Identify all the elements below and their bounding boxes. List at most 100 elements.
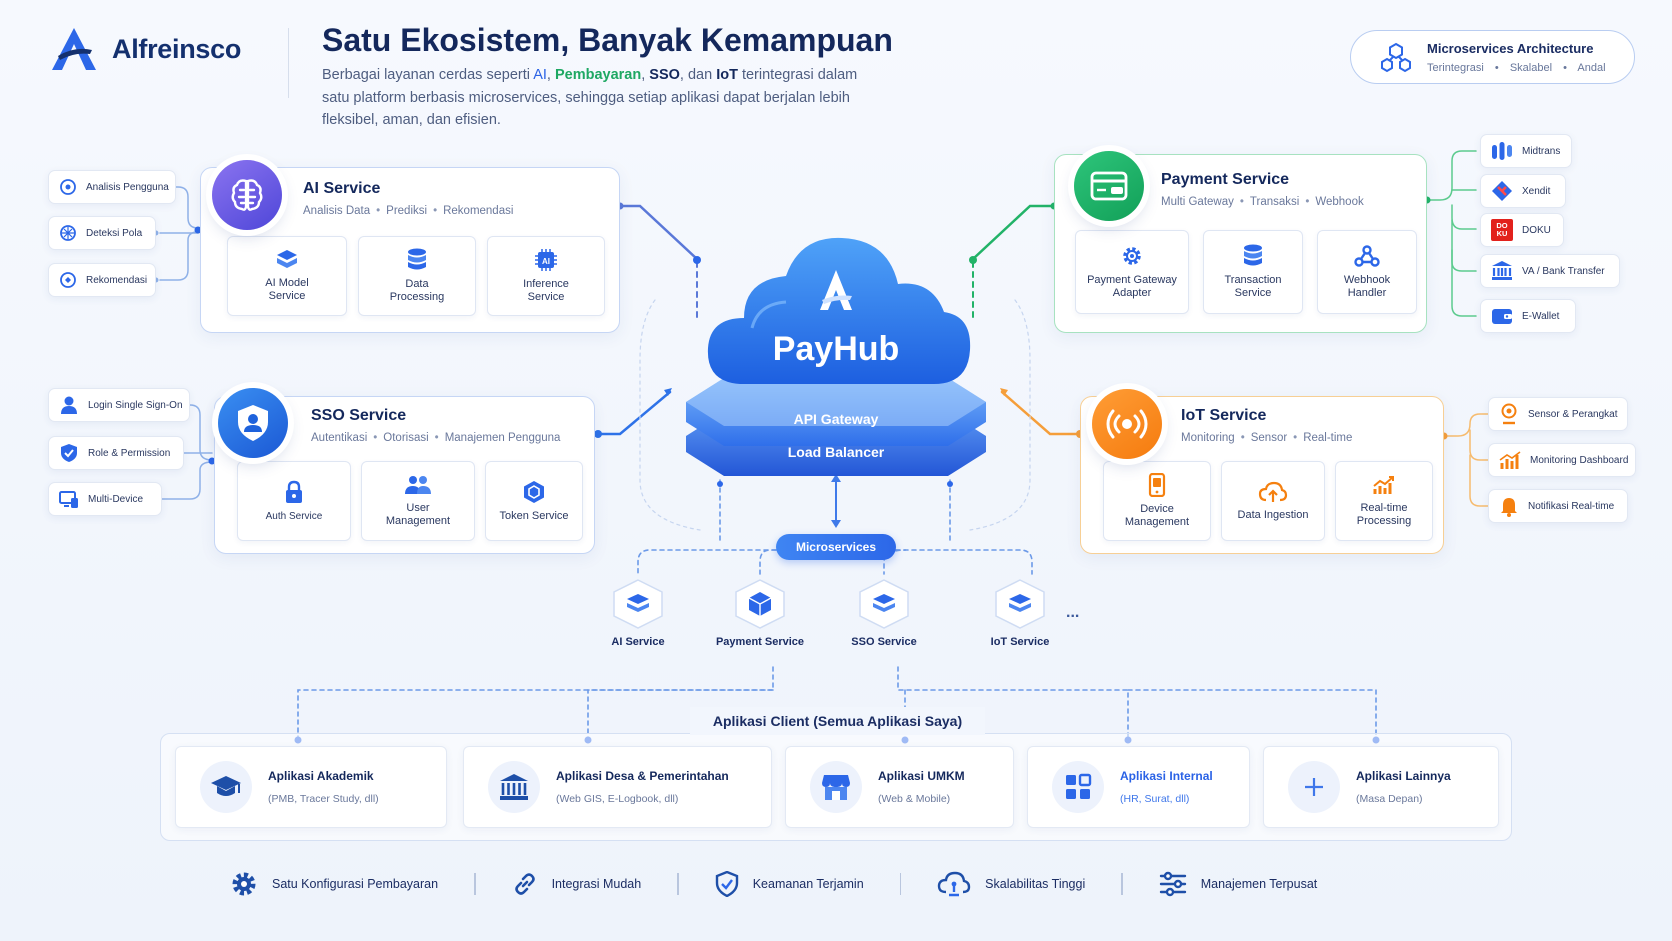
chip-label: Login Single Sign-On bbox=[88, 399, 183, 411]
plus-icon bbox=[1288, 761, 1340, 813]
subtitle-text: , bbox=[546, 67, 555, 83]
more-services-ellipsis: ... bbox=[1066, 604, 1080, 621]
chip-doku[interactable]: DO KU DOKU bbox=[1480, 213, 1564, 247]
data-processing-box[interactable]: Data Processing bbox=[358, 236, 476, 316]
chip-login-sso[interactable]: Login Single Sign-On bbox=[48, 388, 190, 422]
device-management-box[interactable]: Device Management bbox=[1103, 461, 1211, 541]
app-grid-icon bbox=[1052, 761, 1104, 813]
iot-signal-icon bbox=[1092, 389, 1162, 459]
microservices-pill[interactable]: Microservices bbox=[776, 534, 896, 560]
ms-node-iot-service[interactable]: IoT Service bbox=[970, 578, 1070, 648]
chip-role-permission[interactable]: Role & Permission bbox=[48, 436, 184, 470]
chip-label: E-Wallet bbox=[1522, 310, 1560, 322]
chip-e-wallet[interactable]: E-Wallet bbox=[1480, 299, 1576, 333]
network-nodes-icon bbox=[1381, 42, 1411, 73]
chip-label: Deteksi Pola bbox=[86, 227, 143, 239]
lock-icon bbox=[286, 480, 302, 503]
ms-node-payment-service[interactable]: Payment Service bbox=[710, 578, 810, 648]
app-desc: (HR, Surat, dll) bbox=[1120, 793, 1190, 805]
chip-xendit[interactable]: Xendit bbox=[1480, 174, 1566, 208]
chip-label: DOKU bbox=[1522, 224, 1551, 236]
architecture-title: Microservices Architecture bbox=[1427, 40, 1594, 56]
sub-label: Webhook Handler bbox=[1343, 274, 1391, 299]
cloud-network-icon bbox=[937, 871, 971, 897]
sub-label: Transaction Service bbox=[1224, 274, 1282, 299]
app-name: Aplikasi Lainnya bbox=[1356, 769, 1451, 783]
chip-rekomendasi[interactable]: Rekomendasi bbox=[48, 263, 156, 297]
devices-icon bbox=[59, 491, 78, 508]
xendit-logo-icon bbox=[1492, 181, 1512, 201]
chip-midtrans[interactable]: Midtrans bbox=[1480, 134, 1572, 168]
users-icon bbox=[405, 476, 431, 494]
ai-service-title: AI Service bbox=[303, 180, 381, 197]
app-card-akademik[interactable]: Aplikasi Akademik (PMB, Tracer Study, dll… bbox=[175, 746, 447, 828]
chip-analisis-pengguna[interactable]: Analisis Pengguna bbox=[48, 170, 176, 204]
tag-andal: Andal bbox=[1577, 61, 1606, 74]
chip-multi-device[interactable]: Multi-Device bbox=[48, 482, 162, 516]
brand-logo: Alfreinsco bbox=[48, 26, 241, 72]
feature-divider bbox=[1121, 873, 1123, 895]
app-desc: (Web GIS, E-Logbook, dll) bbox=[556, 793, 679, 805]
client-apps-title: Aplikasi Client (Semua Aplikasi Saya) bbox=[690, 707, 985, 735]
transaction-service-box[interactable]: Transaction Service bbox=[1203, 230, 1303, 314]
iot-service-meta: Monitoring • Sensor • Real-time bbox=[1181, 432, 1353, 444]
payhub-gateway[interactable]: PayHub API Gateway Load Balancer bbox=[682, 232, 990, 500]
auth-service-box[interactable]: Auth Service bbox=[237, 461, 351, 541]
tag-skalabel: Skalabel bbox=[1509, 61, 1553, 74]
token-service-box[interactable]: Token Service bbox=[485, 461, 583, 541]
app-name: Aplikasi Akademik bbox=[268, 769, 374, 783]
chip-va-bank-transfer[interactable]: VA / Bank Transfer bbox=[1480, 254, 1620, 288]
gear-icon bbox=[232, 872, 256, 896]
ms-node-ai-service[interactable]: AI Service bbox=[588, 578, 688, 648]
ms-node-sso-service[interactable]: SSO Service bbox=[834, 578, 934, 648]
subtitle-iot: IoT bbox=[716, 67, 738, 83]
webhook-handler-box[interactable]: Webhook Handler bbox=[1317, 230, 1417, 314]
subtitle-payment: Pembayaran bbox=[554, 67, 642, 83]
sensor-icon bbox=[1501, 403, 1517, 425]
hexagon-layers-icon bbox=[859, 579, 909, 629]
hexagon-cube-icon bbox=[735, 579, 785, 629]
data-ingestion-box[interactable]: Data Ingestion bbox=[1221, 461, 1325, 541]
shield-check-icon bbox=[715, 871, 738, 897]
chip-monitoring-dashboard[interactable]: Monitoring Dashboard bbox=[1488, 443, 1636, 477]
app-desc: (Masa Depan) bbox=[1356, 793, 1423, 805]
iot-service-title: IoT Service bbox=[1181, 407, 1267, 424]
chip-notifikasi-realtime[interactable]: Notifikasi Real-time bbox=[1488, 489, 1628, 523]
hex-label: AI Service bbox=[611, 636, 665, 648]
sub-label: AI Model Service bbox=[265, 277, 309, 302]
chip-label: VA / Bank Transfer bbox=[1522, 265, 1605, 277]
tag-separator: • bbox=[1563, 61, 1567, 74]
feature-label: Manajemen Terpusat bbox=[1200, 877, 1318, 891]
hex-label: IoT Service bbox=[990, 636, 1050, 648]
database-icon bbox=[408, 248, 426, 270]
realtime-processing-box[interactable]: Real-time Processing bbox=[1335, 461, 1433, 541]
inference-service-box[interactable]: AI Inference Service bbox=[487, 236, 605, 316]
feature-label: Skalabilitas Tinggi bbox=[985, 877, 1086, 891]
recommendation-icon bbox=[60, 272, 76, 288]
hex-label: Payment Service bbox=[715, 636, 805, 648]
chip-label: Monitoring Dashboard bbox=[1530, 454, 1629, 466]
chip-deteksi-pola[interactable]: Deteksi Pola bbox=[48, 216, 156, 250]
feature-divider bbox=[899, 873, 902, 895]
app-card-desa-pemerintahan[interactable]: Aplikasi Desa & Pemerintahan (Web GIS, E-… bbox=[463, 746, 772, 828]
database-icon bbox=[1244, 244, 1262, 266]
meta-item: Manajemen Pengguna bbox=[444, 432, 561, 444]
ai-model-service-box[interactable]: AI Model Service bbox=[227, 236, 347, 316]
load-balancer-label: Load Balancer bbox=[787, 444, 885, 460]
sub-label: Token Service bbox=[499, 509, 569, 522]
sub-label: Data Ingestion bbox=[1237, 508, 1309, 521]
meta-item: Sensor bbox=[1250, 432, 1288, 444]
api-gateway-label: API Gateway bbox=[793, 411, 879, 427]
sub-label: Payment Gateway Adapter bbox=[1087, 274, 1177, 299]
trend-chart-icon bbox=[1373, 476, 1394, 494]
app-card-umkm[interactable]: Aplikasi UMKM (Web & Mobile) bbox=[785, 746, 1014, 828]
app-card-lainnya[interactable]: Aplikasi Lainnya (Masa Depan) bbox=[1263, 746, 1499, 828]
app-card-internal[interactable]: Aplikasi Internal (HR, Surat, dll) bbox=[1027, 746, 1250, 828]
chip-sensor-perangkat[interactable]: Sensor & Perangkat bbox=[1488, 397, 1628, 431]
feature-label: Satu Konfigurasi Pembayaran bbox=[272, 877, 439, 891]
feature-divider bbox=[677, 873, 679, 895]
chip-label: Role & Permission bbox=[88, 447, 171, 459]
payment-gateway-adapter-box[interactable]: Payment Gateway Adapter bbox=[1075, 230, 1189, 314]
user-management-box[interactable]: User Management bbox=[361, 461, 475, 541]
sub-label: Real-time Processing bbox=[1356, 502, 1412, 527]
